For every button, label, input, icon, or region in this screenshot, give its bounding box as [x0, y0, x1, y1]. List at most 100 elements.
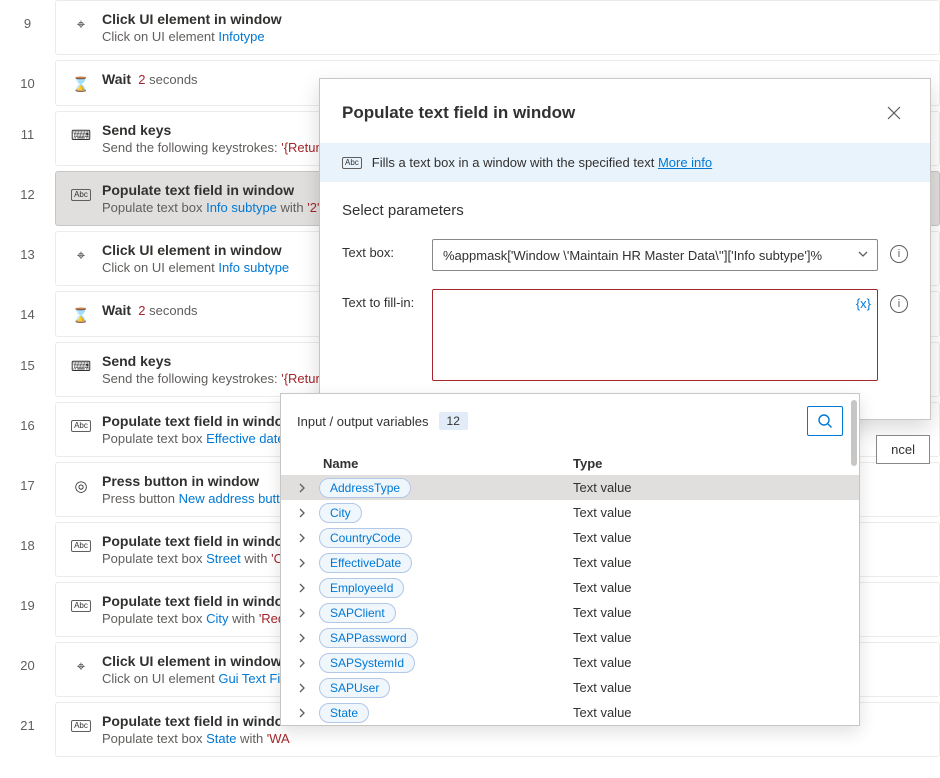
variable-row[interactable]: EmployeeId Text value	[281, 575, 859, 600]
chevron-right-icon[interactable]	[297, 633, 319, 643]
textbox-value: %appmask['Window \'Maintain HR Master Da…	[443, 248, 822, 263]
step-link: State	[206, 731, 236, 746]
keyboard-icon	[71, 127, 91, 144]
step-title: Wait	[102, 302, 131, 318]
variable-row[interactable]: SAPUserText value	[281, 675, 859, 700]
close-icon[interactable]	[880, 99, 908, 127]
section-heading: Select parameters	[342, 202, 908, 219]
var-count-badge: 12	[439, 412, 468, 430]
step-value: 2	[138, 303, 145, 318]
variable-row[interactable]: CountryCode Text value	[281, 525, 859, 550]
textbox-selector[interactable]: %appmask['Window \'Maintain HR Master Da…	[432, 239, 878, 271]
variable-type: Text value	[573, 655, 632, 670]
textbox-label: Text box:	[342, 239, 420, 260]
insert-variable-button[interactable]: {x}	[856, 296, 871, 311]
chevron-right-icon[interactable]	[297, 683, 319, 693]
variable-name: City	[319, 503, 362, 523]
step-number: 20	[0, 642, 55, 701]
variable-name: AddressType	[319, 478, 411, 498]
abc-icon: Abc	[71, 540, 91, 552]
variable-type: Text value	[573, 580, 632, 595]
wait-icon	[72, 76, 89, 93]
variable-row[interactable]: State Text value	[281, 700, 859, 725]
variable-name: EmployeeId	[319, 578, 404, 598]
more-info-link[interactable]: More info	[658, 155, 712, 170]
step-number: 13	[0, 231, 55, 290]
variable-name: CountryCode	[319, 528, 412, 548]
info-icon[interactable]: i	[890, 295, 908, 313]
variable-type: Text value	[573, 680, 632, 695]
scrollbar[interactable]	[851, 400, 857, 466]
step-number: 18	[0, 522, 55, 581]
action-dialog: Populate text field in window Abc Fills …	[319, 78, 931, 420]
col-type-header: Type	[573, 456, 602, 471]
step-number: 15	[0, 342, 55, 401]
dialog-title: Populate text field in window	[342, 103, 575, 123]
step-link: Info subtype	[206, 200, 277, 215]
variable-row[interactable]: SAPPasswordText value	[281, 625, 859, 650]
abc-icon: Abc	[71, 420, 91, 432]
chevron-right-icon[interactable]	[297, 708, 319, 718]
variable-row[interactable]: AddressTypeText value	[281, 475, 859, 500]
step-link: Info subtype	[218, 260, 289, 275]
step-link: Effective date	[206, 431, 285, 446]
fillin-textarea[interactable]	[443, 298, 849, 372]
chevron-right-icon[interactable]	[297, 508, 319, 518]
variable-row[interactable]: SAPClient Text value	[281, 600, 859, 625]
fillin-label: Text to fill-in:	[342, 289, 420, 310]
step-title: Click UI element in window	[102, 11, 925, 27]
click-icon	[77, 658, 85, 675]
variable-name: State	[319, 703, 369, 723]
variable-type: Text value	[573, 605, 632, 620]
variable-type: Text value	[573, 630, 632, 645]
abc-icon: Abc	[342, 157, 362, 169]
variable-type: Text value	[573, 705, 632, 720]
step-number: 9	[0, 0, 55, 59]
step-value: 2	[138, 72, 145, 87]
cancel-button[interactable]: ncel	[876, 435, 930, 464]
step-value: 'WA	[267, 731, 290, 746]
step-link: Infotype	[218, 29, 264, 44]
variable-type: Text value	[573, 530, 632, 545]
button-icon	[74, 477, 87, 495]
step-title: Wait	[102, 71, 131, 87]
step-link: Street	[206, 551, 241, 566]
step-number: 11	[0, 111, 55, 170]
step-value: '2'	[307, 200, 319, 215]
click-icon	[77, 247, 85, 264]
variable-picker-panel: Input / output variables 12 Name Type Ad…	[280, 393, 860, 726]
step-number: 21	[0, 702, 55, 761]
chevron-right-icon[interactable]	[297, 533, 319, 543]
click-icon	[77, 16, 85, 33]
info-icon[interactable]: i	[890, 245, 908, 263]
step-number: 17	[0, 462, 55, 521]
abc-icon: Abc	[71, 600, 91, 612]
abc-icon: Abc	[71, 189, 91, 201]
variable-row[interactable]: City Text value	[281, 500, 859, 525]
chevron-right-icon[interactable]	[297, 583, 319, 593]
variable-name: EffectiveDate	[319, 553, 412, 573]
fillin-textarea-wrap: {x}	[432, 289, 878, 381]
var-column-headers: Name Type	[281, 448, 859, 475]
step-link: New address button	[179, 491, 295, 506]
dialog-info-text: Fills a text box in a window with the sp…	[372, 155, 658, 170]
wait-icon	[72, 307, 89, 324]
chevron-right-icon[interactable]	[297, 558, 319, 568]
abc-icon: Abc	[71, 720, 91, 732]
variable-row[interactable]: EffectiveDate Text value	[281, 550, 859, 575]
variable-row[interactable]: SAPSystemIdText value	[281, 650, 859, 675]
var-panel-label: Input / output variables	[297, 414, 429, 429]
variable-name: SAPClient	[319, 603, 396, 623]
step-subtitle: Populate text box State with 'WA	[102, 731, 925, 746]
search-button[interactable]	[807, 406, 843, 436]
chevron-right-icon[interactable]	[297, 483, 319, 493]
step-number: 12	[0, 171, 55, 230]
chevron-right-icon[interactable]	[297, 608, 319, 618]
flow-step[interactable]: 9 Click UI element in window Click on UI e…	[0, 0, 940, 60]
step-subtitle: Click on UI element Infotype	[102, 29, 925, 44]
variable-type: Text value	[573, 505, 632, 520]
step-number: 19	[0, 582, 55, 641]
dialog-info-bar: Abc Fills a text box in a window with th…	[320, 143, 930, 182]
chevron-right-icon[interactable]	[297, 658, 319, 668]
variable-type: Text value	[573, 555, 632, 570]
